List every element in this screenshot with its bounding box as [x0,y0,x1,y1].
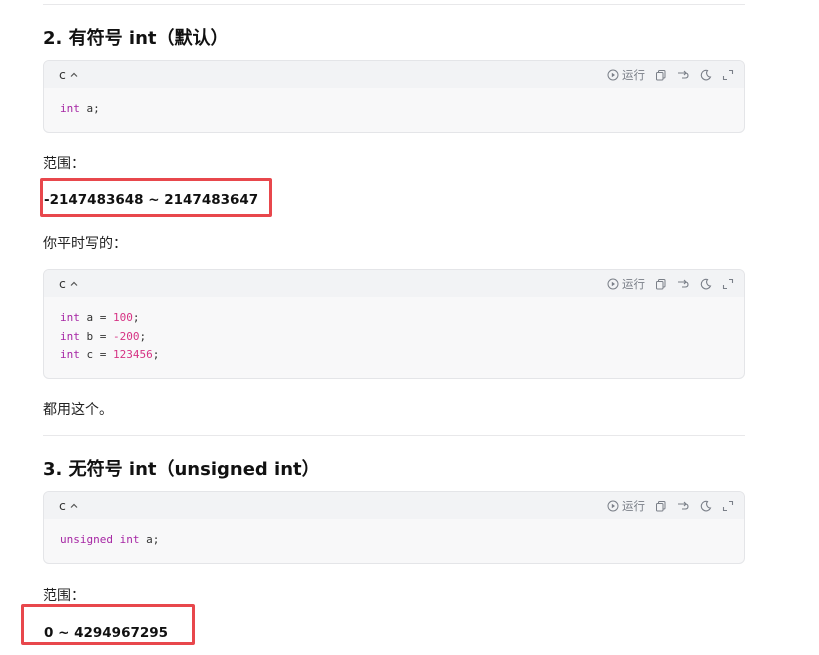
run-button-label: 运行 [622,498,645,513]
code-keyword: int [60,102,80,115]
run-button[interactable]: 运行 [607,67,645,83]
chevron-up-icon [70,281,78,286]
theme-icon [700,500,712,511]
run-button-label: 运行 [622,67,645,82]
code-text: ; [139,329,147,343]
theme-icon [700,278,712,289]
code-lines: int a = 100; int b = -200; int c = 123456; [60,309,728,365]
code-keyword: unsigned [60,533,113,546]
copy-button[interactable] [655,69,667,81]
code-language-label: c [59,67,66,82]
play-circle-icon [607,69,619,80]
run-button-label: 运行 [622,276,645,291]
code-text: a; [79,102,100,115]
page: 2. 有符号 int（默认） c 运行 int a; 范围： -21474836… [0,0,819,655]
wrap-icon [678,501,689,510]
code-text: ; [152,348,160,361]
copy-button[interactable] [655,278,667,290]
code-keyword: int [60,311,80,324]
run-button[interactable]: 运行 [607,276,645,292]
code-number: 123456 [113,348,153,361]
theme-icon [700,69,712,80]
code-toolbar: 运行 [607,276,734,292]
code-body: int a = 100; int b = -200; int c = 123456; [44,297,744,378]
code-header: c 运行 [44,492,744,519]
code-text: a = [79,311,113,324]
code-text: a; [139,533,160,546]
range-value-unsigned: 0 ~ 4294967295 [44,625,169,641]
code-block-int-examples: c 运行 int a = 100; int b = -200; int c = … [43,269,745,379]
run-button[interactable]: 运行 [607,498,645,514]
copy-icon [656,69,666,80]
code-line: int a; [60,100,728,119]
fullscreen-button[interactable] [722,278,734,290]
code-lines: int a; [60,100,728,119]
code-toolbar: 运行 [607,498,734,514]
fullscreen-icon [722,500,734,511]
theme-button[interactable] [700,500,712,512]
code-line: unsigned int a; [60,531,728,550]
code-language-toggle[interactable]: c [59,276,79,291]
range-value-signed: -2147483648 ~ 2147483647 [44,192,259,208]
code-toolbar: 运行 [607,67,734,83]
usage-label: 你平时写的： [43,236,127,252]
code-line: int b = -200; [60,328,728,347]
code-keyword: int [60,348,80,361]
chevron-up-icon [70,72,78,77]
wrap-button[interactable] [677,278,690,290]
note-text: 都用这个。 [43,402,113,418]
copy-button[interactable] [655,500,667,512]
wrap-button[interactable] [677,500,690,512]
range-label-unsigned: 范围： [43,588,85,604]
fullscreen-button[interactable] [722,500,734,512]
copy-icon [656,500,666,511]
code-number: 100 [113,311,133,324]
code-text: c = [79,348,113,361]
range-label: 范围： [43,156,85,172]
section-divider [43,435,745,436]
play-circle-icon [607,278,619,289]
code-line: int c = 123456; [60,346,728,365]
code-keyword: int [60,329,80,343]
code-lines: unsigned int a; [60,531,728,550]
code-text: ; [132,311,140,324]
section-heading-signed-int: 2. 有符号 int（默认） [43,28,229,49]
code-header: c 运行 [44,61,744,88]
fullscreen-icon [722,278,734,289]
code-language-label: c [59,276,66,291]
wrap-icon [678,279,689,288]
theme-button[interactable] [700,69,712,81]
wrap-icon [678,70,689,79]
code-language-label: c [59,498,66,513]
code-text: b = [79,329,113,343]
wrap-button[interactable] [677,69,690,81]
code-header: c 运行 [44,270,744,297]
code-language-toggle[interactable]: c [59,67,79,82]
code-keyword: int [119,533,140,546]
play-circle-icon [607,500,619,511]
section-heading-unsigned-int: 3. 无符号 int（unsigned int） [43,459,320,480]
theme-button[interactable] [700,278,712,290]
code-language-toggle[interactable]: c [59,498,79,513]
code-block-unsigned-int: c 运行 unsigned int a; [43,491,745,564]
code-body: int a; [44,88,744,132]
code-line: int a = 100; [60,309,728,328]
fullscreen-icon [722,69,734,80]
top-divider [43,4,745,5]
chevron-up-icon [70,503,78,508]
code-block-int-a: c 运行 int a; [43,60,745,133]
code-body: unsigned int a; [44,519,744,563]
fullscreen-button[interactable] [722,69,734,81]
copy-icon [656,278,666,289]
code-number: -200 [113,329,140,343]
